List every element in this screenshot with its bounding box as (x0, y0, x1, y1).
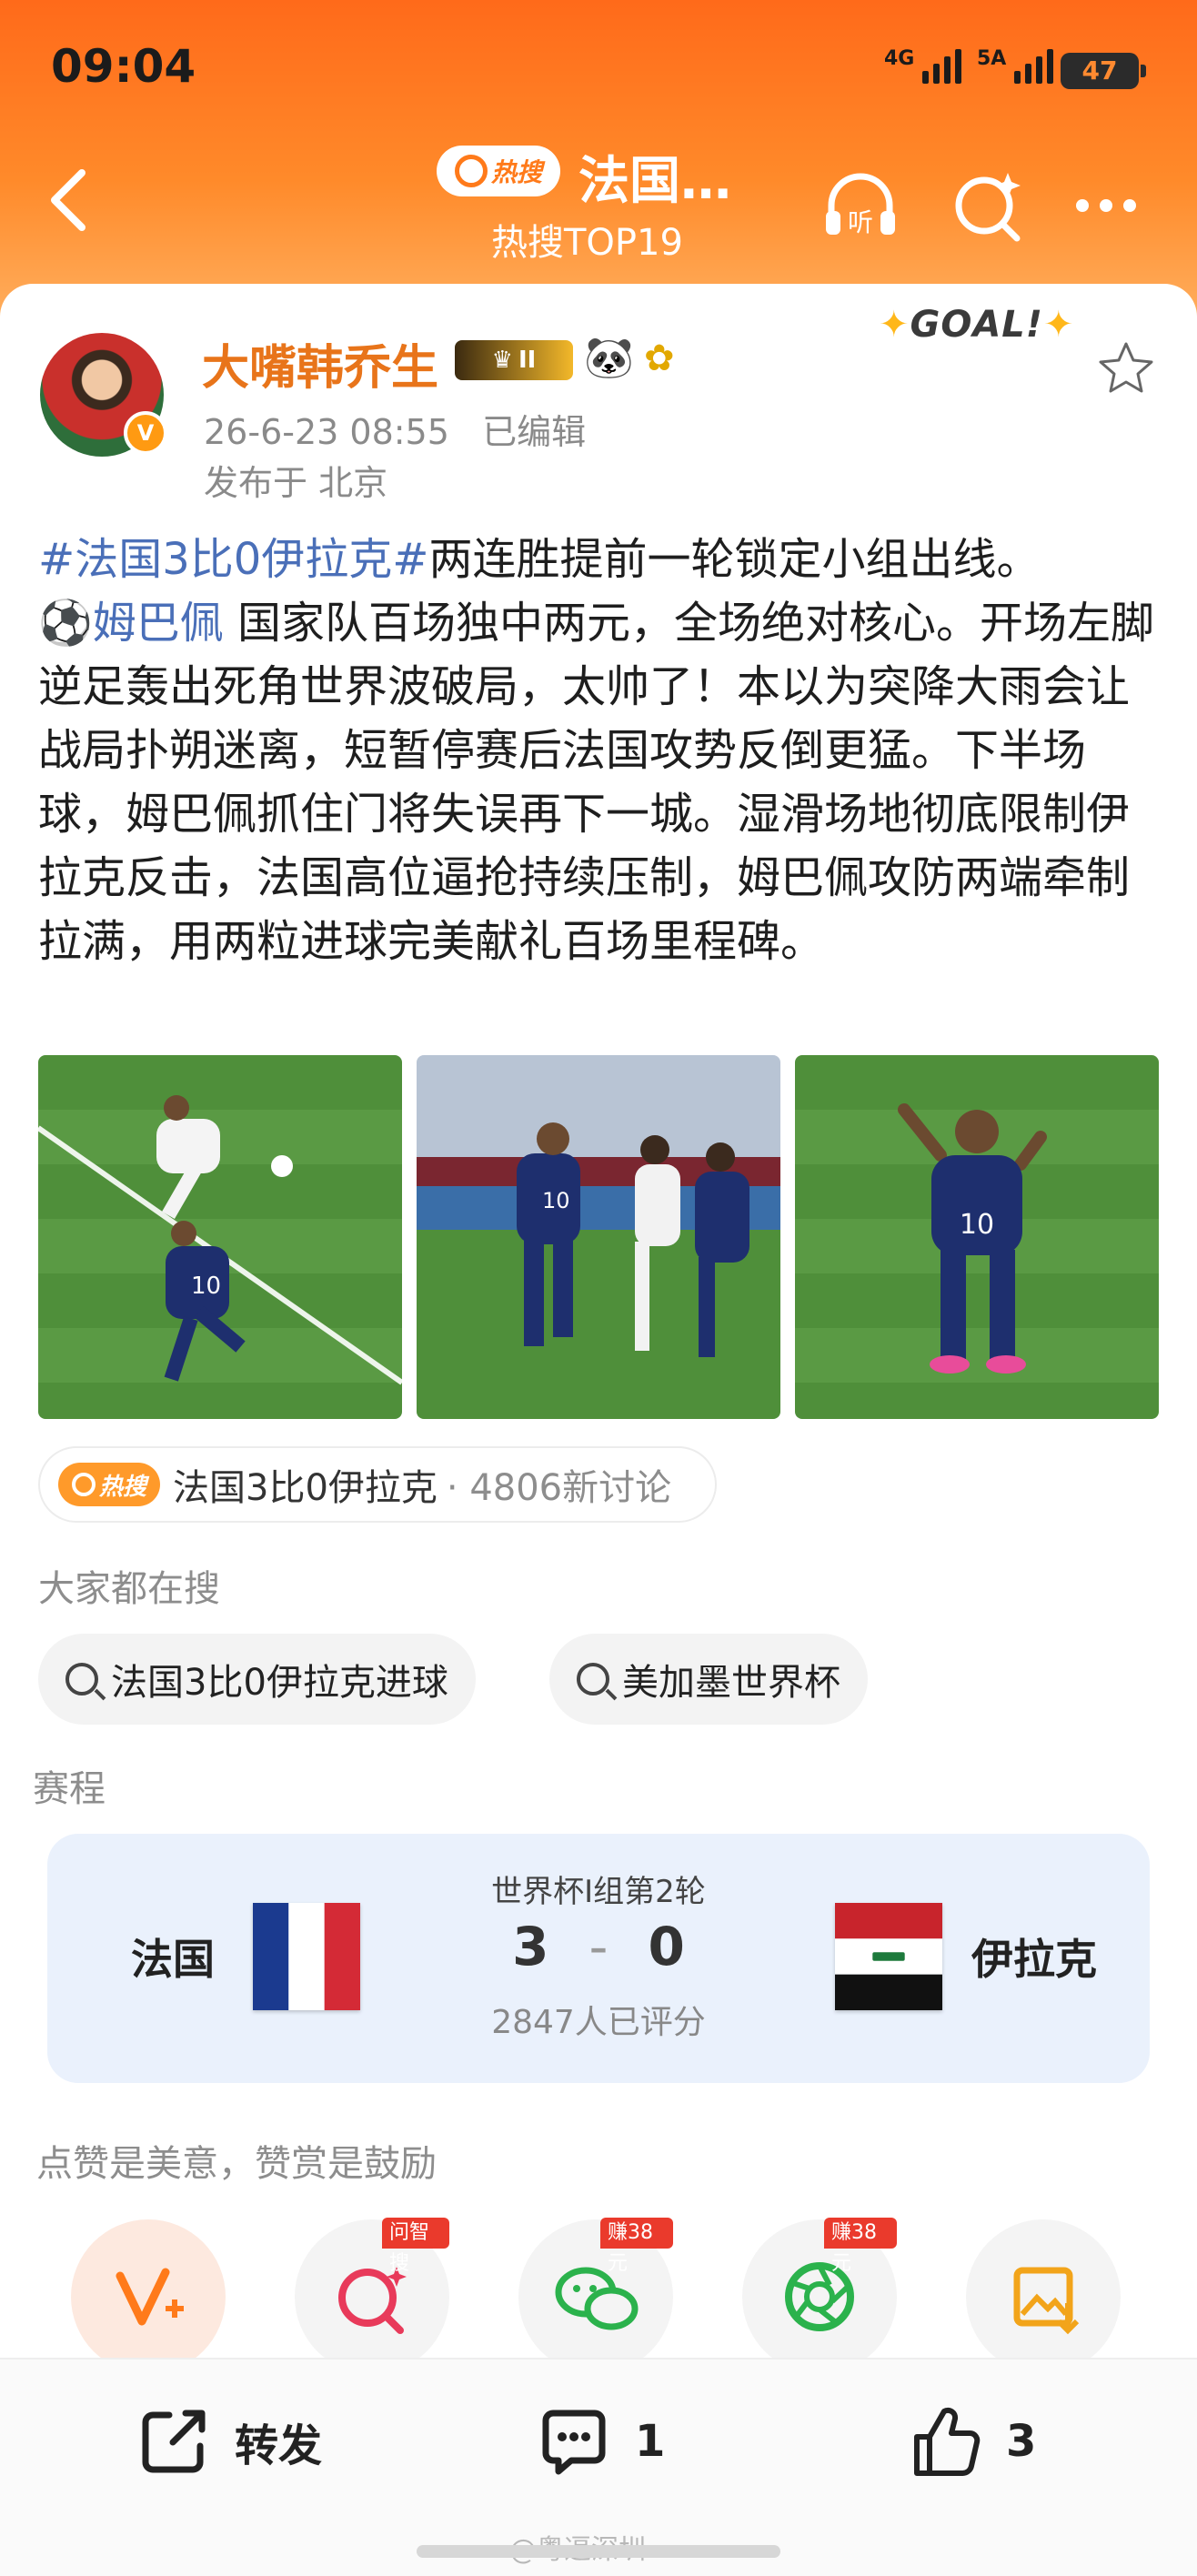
photo-grid: 10 10 10 (38, 1055, 1159, 1419)
battery-icon: 47 (1061, 53, 1146, 89)
svg-text:10: 10 (960, 1209, 994, 1241)
post-photo-1[interactable]: 10 (38, 1055, 402, 1419)
photo-mbappe-pose: 10 (898, 1103, 1047, 1374)
image-download-icon (1013, 2267, 1080, 2335)
repost-button[interactable]: 转发 (133, 2396, 322, 2487)
moments-reward-tag: 赚38元 (824, 2218, 897, 2275)
listen-button[interactable]: 听 (815, 160, 906, 251)
home-indicator[interactable] (417, 2545, 780, 2558)
post-location: 发布于 北京 (204, 463, 388, 503)
hot-search-badge: 热搜 (437, 146, 560, 196)
panda-icon: 🐼 (584, 335, 634, 381)
svg-text:10: 10 (542, 1188, 570, 1213)
search-suggestion-2[interactable]: 美加墨世界杯 (549, 1634, 868, 1725)
v-plus-icon (116, 2268, 184, 2326)
back-button[interactable] (36, 164, 100, 236)
match-round: 世界杯I组第2轮 (491, 1874, 706, 1910)
like-button[interactable]: 3 (904, 2396, 1036, 2487)
search-icon (71, 1473, 96, 1496)
magnifier-sparkle-icon (955, 173, 1021, 242)
signal-4g-icon: 4G (884, 49, 962, 84)
post-photo-3[interactable]: 10 (795, 1055, 1159, 1419)
search-suggestion-1[interactable]: 法国3比0伊拉克进球 (38, 1634, 476, 1725)
photo-celebration: 10 (517, 1122, 749, 1357)
football-icon: ⚽ (38, 598, 93, 649)
topic-name: 法国3比0伊拉克 (173, 1467, 438, 1509)
crown-icon: ♛ (491, 347, 513, 374)
favorite-button[interactable] (1097, 338, 1155, 397)
search-icon (454, 155, 488, 187)
hot-topic-link[interactable]: 热搜 法国3比0伊拉克 · 4806新讨论 (38, 1446, 717, 1523)
author-name[interactable]: 大嘴韩乔生 (202, 329, 438, 397)
bottom-action-bar: 转发 1 3 @粤逼深圳 (0, 2358, 1197, 2576)
nav-bar: 热搜 法国… 热搜TOP19 听 (0, 136, 1197, 282)
wechat-share-button[interactable]: 赚38元 (518, 2218, 673, 2374)
post-meta: 26-6-23 08:55 已编辑 (204, 412, 587, 452)
post-card: V 大嘴韩乔生 ♛ II 🐼 ✿ 26-6-23 08:55 已编辑 发布于 北… (0, 284, 1197, 2576)
search-icon (577, 1663, 609, 1696)
ai-search-button[interactable] (942, 160, 1033, 251)
post-photo-2[interactable]: 10 (417, 1055, 780, 1419)
ai-ask-button[interactable]: 问智搜 (295, 2218, 449, 2374)
svg-text:听: 听 (848, 207, 873, 237)
post-body: #法国3比0伊拉克#两连胜提前一轮锁定小组出线。 ⚽姆巴佩 国家队百场独中两元，… (38, 534, 1155, 967)
moments-share-button[interactable]: 赚38元 (742, 2218, 897, 2374)
schedule-heading: 赛程 (33, 1768, 106, 1810)
comment-button[interactable]: 1 (533, 2396, 665, 2487)
chevron-left-icon (51, 169, 86, 231)
match-card[interactable]: 法国 世界杯I组第2轮 3-0 2847人已评分 伊拉克 (47, 1834, 1150, 2083)
more-button[interactable] (1061, 160, 1152, 251)
status-time: 09:04 (51, 40, 196, 93)
reward-row: 问智搜 赚38元 赚38元 (0, 2218, 1197, 2374)
match-ratings: 2847人已评分 (491, 2004, 706, 2041)
star-icon (1099, 342, 1153, 393)
crown-level-badge[interactable]: ♛ II (455, 340, 573, 380)
sunflower-icon: ✿ (644, 337, 675, 379)
svg-text:10: 10 (191, 1273, 221, 1300)
thumbs-up-icon (914, 2407, 981, 2476)
headphones-icon: 听 (826, 173, 895, 237)
away-team-name: 伊拉克 (971, 1935, 1097, 1984)
mention-link[interactable]: ⚽姆巴佩 (38, 598, 224, 649)
goal-decoration: ✦GOAL!✦ (879, 304, 1075, 346)
tip-button[interactable] (71, 2219, 226, 2374)
comment-bubble-icon (542, 2410, 606, 2475)
ai-ask-tag: 问智搜 (382, 2218, 449, 2275)
hot-rank-label: 热搜TOP19 (491, 222, 683, 264)
page-title: 法国… (578, 152, 731, 211)
search-icon (65, 1663, 98, 1696)
save-image-button[interactable] (966, 2219, 1121, 2374)
share-arrow-icon (142, 2410, 206, 2473)
hashtag-link[interactable]: #法国3比0伊拉克# (38, 534, 429, 585)
reward-hint: 点赞是美意，赞赏是鼓励 (36, 2143, 437, 2185)
hot-topic-badge: 热搜 (58, 1463, 160, 1506)
more-dots-icon (1076, 199, 1136, 212)
verified-badge-icon: V (124, 411, 167, 455)
photo-goal-strike: 10 (38, 1095, 402, 1385)
iraq-flag-icon (835, 1903, 942, 2010)
topic-discussion-count: · 4806新讨论 (446, 1467, 672, 1509)
signal-5a-icon: 5A (977, 49, 1054, 84)
searches-heading: 大家都在搜 (38, 1568, 220, 1610)
status-bar: 09:04 4G 5A 47 (0, 0, 1197, 136)
wechat-reward-tag: 赚38元 (600, 2218, 673, 2275)
